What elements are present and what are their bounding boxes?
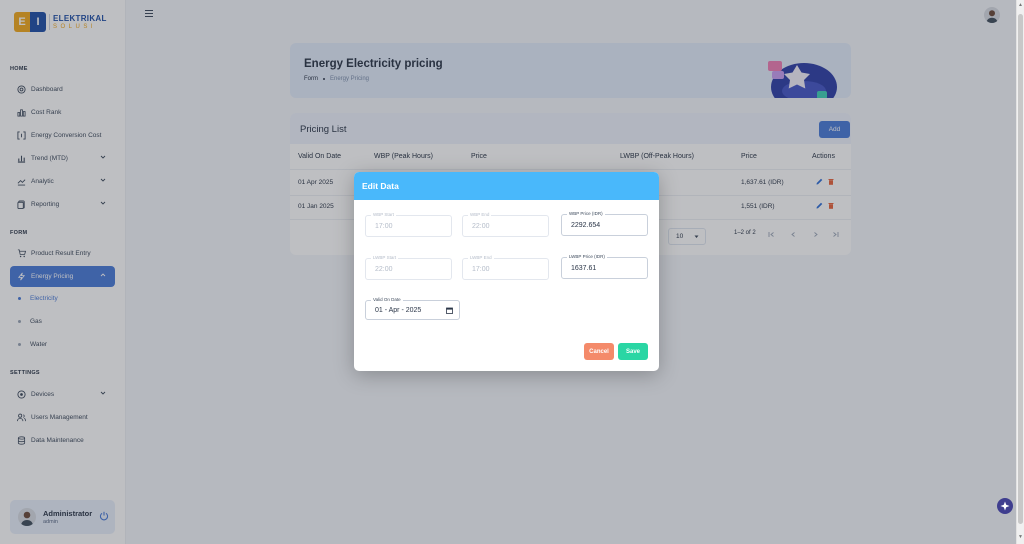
valid-on-date-input[interactable]: Valid On Date 01 - Apr - 2025 [365,297,460,320]
field-value[interactable]: 1637.61 [571,265,596,272]
lwbp-start-field: LWBP Start 22:00 [365,255,452,280]
wbp-end-field: WBP End 22:00 [462,212,549,237]
field-value[interactable]: 01 - Apr - 2025 [375,307,421,314]
wbp-price-input[interactable]: WBP Price (IDR) 2292.654 [561,211,648,236]
wbp-start-field: WBP Start 17:00 [365,212,452,237]
customizer-button[interactable] [997,498,1013,514]
field-label: LWBP Price (IDR) [567,254,607,259]
field-label: WBP Start [371,212,396,217]
field-value[interactable]: 2292.654 [571,222,600,229]
scrollbar[interactable]: ▲ ▼ [1016,0,1024,544]
calendar-icon[interactable] [446,307,453,316]
dialog-header: Edit Data [354,172,659,200]
field-label: Valid On Date [371,297,403,302]
edit-data-dialog: Edit Data WBP Start 17:00 WBP End 22:00 … [354,172,659,371]
dialog-title: Edit Data [362,181,399,191]
scroll-down-icon[interactable]: ▼ [1018,534,1023,540]
field-label: WBP Price (IDR) [567,211,605,216]
scrollbar-thumb[interactable] [1018,14,1023,524]
field-label: LWBP End [468,255,494,260]
sparkle-icon [1000,501,1010,511]
field-label: WBP End [468,212,492,217]
lwbp-price-input[interactable]: LWBP Price (IDR) 1637.61 [561,254,648,279]
field-value: 17:00 [375,223,393,230]
field-value: 22:00 [472,223,490,230]
cancel-button[interactable]: Cancel [584,343,614,360]
scroll-up-icon[interactable]: ▲ [1018,2,1023,8]
lwbp-end-field: LWBP End 17:00 [462,255,549,280]
field-label: LWBP Start [371,255,399,260]
field-value: 22:00 [375,266,393,273]
save-button[interactable]: Save [618,343,648,360]
field-value: 17:00 [472,266,490,273]
